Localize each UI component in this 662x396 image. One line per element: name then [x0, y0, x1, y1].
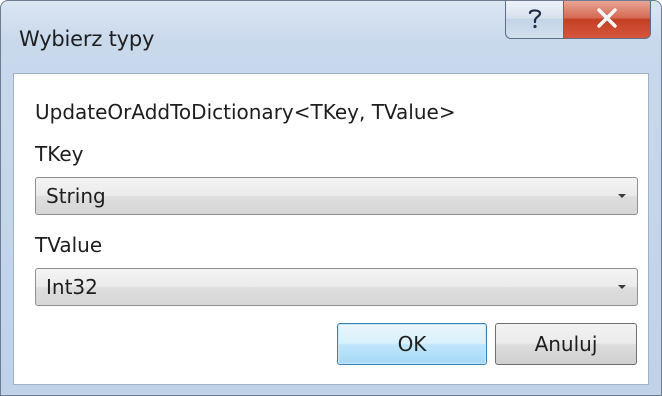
tkey-combobox[interactable]: String — [35, 177, 638, 215]
caption-buttons — [505, 1, 651, 41]
question-mark-icon — [525, 6, 545, 34]
tkey-label: TKey — [35, 142, 84, 166]
chevron-down-icon — [607, 284, 637, 290]
close-button[interactable] — [563, 1, 651, 39]
close-x-icon — [596, 7, 618, 32]
tkey-selected-value: String — [46, 184, 106, 208]
help-button[interactable] — [505, 1, 563, 39]
tvalue-combobox[interactable]: Int32 — [35, 268, 638, 306]
tvalue-selected-value: Int32 — [46, 275, 98, 299]
dialog-title: Wybierz typy — [19, 27, 155, 51]
title-bar[interactable]: Wybierz typy — [1, 1, 661, 73]
cancel-button[interactable]: Anuluj — [495, 323, 637, 365]
ok-button[interactable]: OK — [337, 323, 487, 365]
chevron-down-icon — [607, 193, 637, 199]
choose-types-dialog: Wybierz typy UpdateOrAddToDictionary<TKe… — [0, 0, 662, 396]
tvalue-label: TValue — [35, 233, 103, 257]
method-signature: UpdateOrAddToDictionary<TKey, TValue> — [35, 100, 456, 124]
